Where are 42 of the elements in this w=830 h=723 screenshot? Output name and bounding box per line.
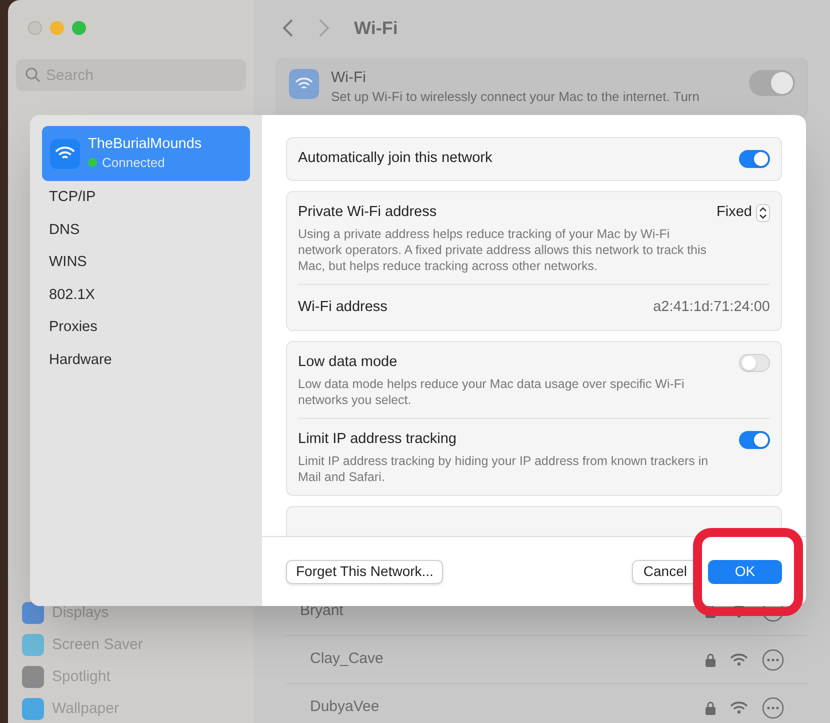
ok-button[interactable]: OK: [708, 560, 782, 584]
sidebar-tab[interactable]: 802.1X: [42, 280, 250, 312]
minimize-button[interactable]: [50, 21, 64, 35]
wifi-description: Set up Wi-Fi to wirelessly connect your Mac to the internet. Turn: [331, 88, 700, 106]
stepper-icon: [756, 204, 770, 222]
forward-icon[interactable]: [318, 18, 330, 38]
sidebar-tab[interactable]: Hardware: [42, 344, 250, 377]
setting-description: Low data mode helps reduce your Mac data usage over specific Wi-Fi networks you select.: [298, 376, 686, 408]
more-icon[interactable]: [762, 696, 784, 718]
popup-button[interactable]: Fixed: [716, 202, 770, 224]
sidebar-tab[interactable]: WINS: [42, 247, 250, 280]
setting-label: Automatically join this network: [298, 149, 494, 168]
setting-description: Limit IP address tracking by hiding your IP address from known trackers in Mail and Safari.: [298, 452, 710, 485]
setting-label: Wi-Fi address: [298, 298, 388, 316]
wifi-icon: [730, 701, 748, 714]
toggle-switch[interactable]: [739, 150, 770, 168]
forget-network-button[interactable]: Forget This Network...: [286, 560, 444, 584]
sidebar-tab[interactable]: Proxies: [42, 312, 250, 344]
wifi-icon: [289, 69, 319, 99]
setting-label: Private Wi-Fi address: [298, 202, 438, 222]
setting-label: Limit IP address tracking: [298, 430, 458, 449]
more-icon[interactable]: [762, 648, 784, 670]
wifi-icon: [730, 653, 748, 666]
zoom-button[interactable]: [72, 21, 86, 35]
wifi-title: Wi-Fi: [331, 69, 367, 87]
setting-label: Low data mode: [298, 353, 398, 372]
wifi-icon: [50, 138, 80, 168]
network-name: TheBurialMounds: [88, 134, 202, 153]
setting-description: Using a private address helps reduce tracking of your Mac by Wi-Fi network operators. A fixed private address allows this network to track this Mac, but helps reduce tracking across other networks.: [298, 226, 708, 274]
lock-icon: [705, 700, 716, 714]
window-title: Wi-Fi: [354, 16, 398, 40]
toggle-switch[interactable]: [739, 430, 770, 449]
connection-status: Connected: [102, 154, 165, 172]
wifi-toggle[interactable]: [749, 70, 795, 96]
search-icon: [25, 67, 41, 83]
toggle-switch[interactable]: [739, 354, 770, 372]
sidebar-tab[interactable]: TCP/IP: [42, 182, 250, 214]
sidebar-tab[interactable]: DNS: [42, 214, 250, 247]
close-button[interactable]: [28, 21, 42, 35]
setting-value: a2:41:1d:71:24:00: [653, 298, 770, 316]
lock-icon: [705, 652, 716, 666]
back-icon[interactable]: [282, 18, 294, 38]
